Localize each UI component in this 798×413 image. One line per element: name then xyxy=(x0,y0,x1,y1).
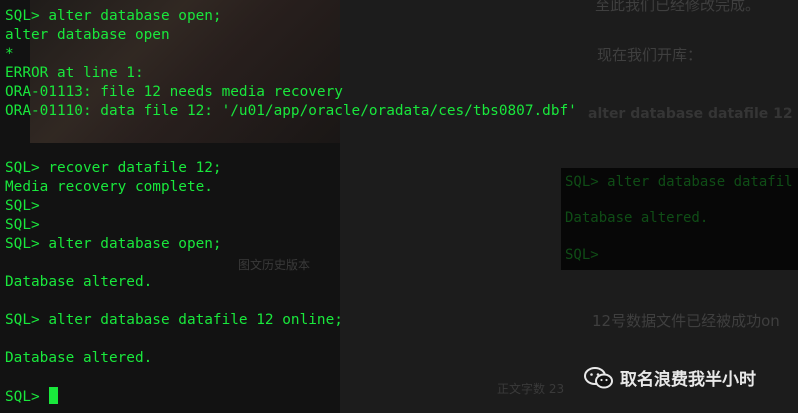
terminal-line: SQL> alter database open; xyxy=(5,8,222,24)
terminal-line: ERROR at line 1: xyxy=(5,65,144,81)
terminal-line: ORA-01113: file 12 needs media recovery xyxy=(5,84,343,100)
terminal-line: * xyxy=(5,46,14,62)
wechat-watermark: 取名浪费我半小时 xyxy=(584,365,756,390)
terminal-prompt-line[interactable]: SQL> xyxy=(5,387,59,406)
terminal-line: SQL> xyxy=(5,217,40,233)
terminal-line: Database altered. xyxy=(5,274,153,290)
terminal-cursor xyxy=(49,387,59,404)
terminal-prompt: SQL> xyxy=(5,389,49,405)
terminal-output[interactable]: SQL> alter database open; alter database… xyxy=(0,0,798,413)
terminal-line: alter database open xyxy=(5,27,170,43)
terminal-line: SQL> xyxy=(5,198,40,214)
terminal-line: SQL> recover datafile 12; xyxy=(5,160,222,176)
terminal-line: Database altered. xyxy=(5,350,153,366)
terminal-line: SQL> alter database open; xyxy=(5,236,222,252)
wechat-icon xyxy=(584,366,613,388)
watermark-text: 取名浪费我半小时 xyxy=(620,370,756,390)
terminal-line: Media recovery complete. xyxy=(5,179,213,195)
terminal-line: ORA-01110: data file 12: '/u01/app/oracl… xyxy=(5,103,577,119)
terminal-line: SQL> alter database datafile 12 online; xyxy=(5,312,343,328)
